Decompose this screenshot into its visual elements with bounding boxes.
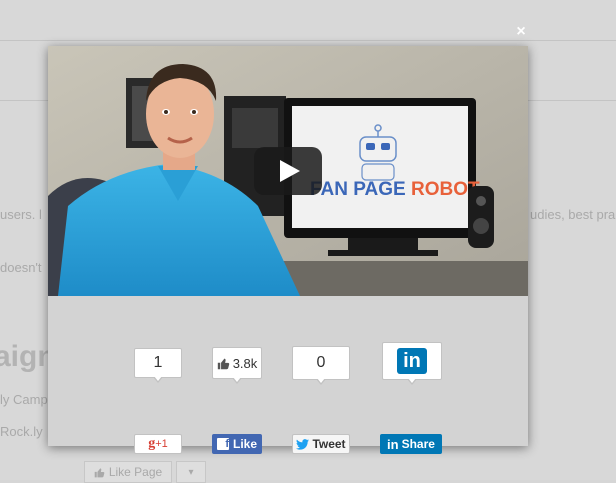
twitter-count: 0 <box>316 354 326 371</box>
bg-text-studies: udies, best pra <box>530 207 616 222</box>
video-frame: FAN PAGE ROBOT <box>48 46 528 296</box>
gplus-count-bubble: 1 <box>134 348 182 383</box>
svg-text:FAN PAGE ROBOT: FAN PAGE ROBOT <box>310 179 480 200</box>
facebook-like-label: Like <box>232 437 257 451</box>
close-button[interactable]: × <box>512 23 530 41</box>
facebook-icon: f <box>216 438 229 450</box>
thumbs-up-icon <box>94 467 105 477</box>
video-player[interactable]: FAN PAGE ROBOT <box>48 46 528 296</box>
facebook-count: 3.8k <box>232 355 258 371</box>
gplus-icon: g <box>148 436 156 451</box>
brand-text-fan-page: FAN PAGE <box>310 179 411 200</box>
chevron-down-icon: ▾ <box>188 466 194 478</box>
bg-text-campaign: ly Camp <box>0 392 48 407</box>
linkedin-logo-icon: in <box>397 348 427 374</box>
share-buttons-row: 1 g +1 3.8k f Like 0 Tweet in in Share <box>48 296 528 454</box>
bg-text-users: users. l <box>0 207 42 222</box>
bg-text-doesnt: doesn't <box>0 260 42 275</box>
facebook-count-bubble: 3.8k <box>212 347 262 384</box>
gplus-button[interactable]: g +1 <box>134 434 182 454</box>
linkedin-count-bubble: in <box>382 342 442 385</box>
like-page-label: Like Page <box>108 465 163 479</box>
facebook-like-button[interactable]: f Like <box>212 434 262 454</box>
linkedin-share-button[interactable]: in Share <box>380 434 442 454</box>
video-modal: FAN PAGE ROBOT 1 g +1 3.8k f Like 0 Twee… <box>48 46 528 454</box>
tweet-label: Tweet <box>312 437 346 451</box>
twitter-count-bubble: 0 <box>292 346 350 385</box>
linkedin-share-label: Share <box>401 437 435 451</box>
close-icon: × <box>516 23 526 40</box>
twitter-bird-icon <box>296 438 310 450</box>
gplus-count: 1 <box>153 354 163 371</box>
tweet-button[interactable]: Tweet <box>292 434 350 454</box>
linkedin-icon: in <box>387 436 399 452</box>
bg-text-rocklv: Rock.ly <box>0 424 43 439</box>
gplus-label: +1 <box>155 438 168 450</box>
thumbs-up-icon <box>217 358 229 369</box>
